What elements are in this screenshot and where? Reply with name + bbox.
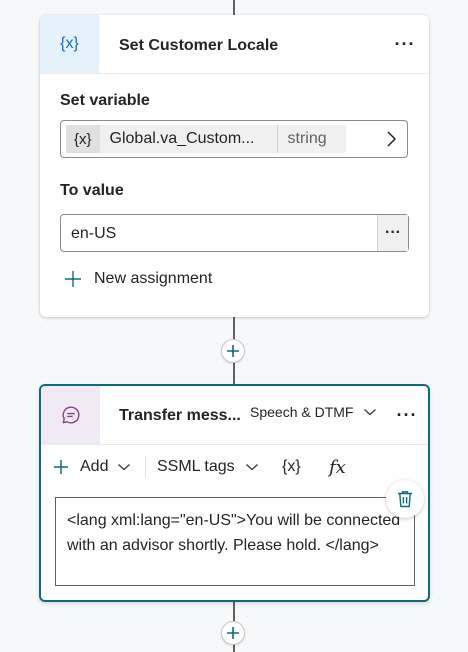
chat-bubble-icon bbox=[62, 406, 79, 424]
node-header: Transfer mess... Speech & DTMF ··· bbox=[41, 386, 428, 445]
variable-type-icon: {x} bbox=[66, 125, 100, 153]
new-assignment-button[interactable]: New assignment bbox=[64, 267, 212, 291]
channel-mode-value: Speech & DTMF bbox=[250, 404, 354, 420]
insert-formula-button[interactable]: fx bbox=[329, 446, 346, 488]
message-text-input[interactable]: <lang xml:lang="en-US">You will be conne… bbox=[55, 497, 415, 586]
toolbar-divider bbox=[145, 456, 146, 478]
variable-icon-glyph: {x} bbox=[60, 35, 79, 52]
add-label: Add bbox=[80, 458, 109, 475]
set-variable-label: Set variable bbox=[60, 92, 150, 109]
variable-name: Global.va_Custom... bbox=[100, 125, 278, 153]
chevron-down-icon bbox=[245, 463, 258, 471]
more-options-button[interactable]: ··· bbox=[393, 401, 421, 429]
add-button[interactable]: Add bbox=[53, 446, 131, 488]
flow-connector bbox=[233, 0, 235, 15]
ssml-tags-label: SSML tags bbox=[157, 458, 235, 475]
message-icon bbox=[41, 386, 100, 444]
more-options-button[interactable]: ··· bbox=[391, 30, 419, 58]
new-assignment-label: New assignment bbox=[94, 270, 213, 287]
variable-chip[interactable]: {x} Global.va_Custom... string bbox=[66, 125, 346, 153]
variable-type: string bbox=[287, 130, 327, 147]
more-icon: ··· bbox=[396, 404, 418, 425]
delete-message-button[interactable] bbox=[386, 480, 424, 518]
message-node[interactable]: Transfer mess... Speech & DTMF ··· Add S… bbox=[39, 384, 430, 602]
node-header: {x} Set Customer Locale ··· bbox=[40, 15, 429, 74]
to-value-input[interactable]: en-US ··· bbox=[60, 214, 409, 252]
chevron-down-icon bbox=[364, 408, 377, 416]
value-options-button[interactable]: ··· bbox=[377, 215, 408, 251]
node-title: Set Customer Locale bbox=[119, 37, 279, 54]
more-icon: ··· bbox=[394, 33, 416, 54]
more-icon: ··· bbox=[385, 224, 401, 241]
add-node-button[interactable] bbox=[221, 621, 245, 645]
plus-icon bbox=[227, 627, 239, 639]
set-variable-node[interactable]: {x} Set Customer Locale ··· Set variable… bbox=[40, 15, 429, 317]
node-title: Transfer mess... bbox=[119, 407, 241, 424]
plus-icon bbox=[227, 345, 239, 357]
chevron-right-icon[interactable] bbox=[383, 130, 399, 148]
formula-icon: fx bbox=[329, 456, 346, 478]
message-toolbar: Add SSML tags {x} fx bbox=[41, 446, 428, 488]
variable-icon: {x} bbox=[40, 15, 99, 73]
chevron-down-icon bbox=[118, 463, 131, 471]
insert-variable-button[interactable]: {x} bbox=[282, 446, 301, 488]
plus-icon bbox=[65, 271, 81, 287]
ssml-tags-button[interactable]: SSML tags bbox=[157, 446, 259, 488]
plus-icon bbox=[54, 460, 68, 474]
to-value-label: To value bbox=[60, 182, 124, 199]
channel-mode-select[interactable]: Speech & DTMF bbox=[250, 404, 377, 420]
variable-picker[interactable]: {x} Global.va_Custom... string bbox=[60, 120, 408, 158]
add-node-button[interactable] bbox=[221, 339, 245, 363]
trash-icon bbox=[398, 491, 412, 508]
to-value-text: en-US bbox=[71, 225, 117, 242]
variable-icon: {x} bbox=[282, 458, 301, 475]
